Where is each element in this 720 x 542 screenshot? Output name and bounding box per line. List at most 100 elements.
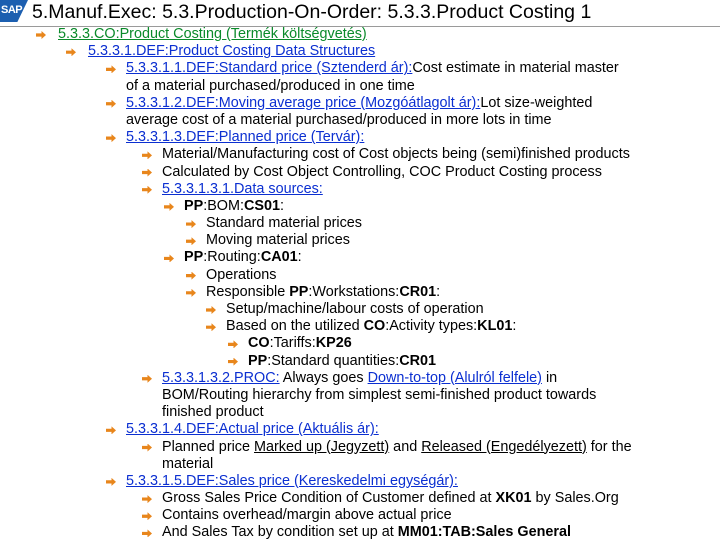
- list-item: Calculated by Cost Object Controlling, C…: [0, 164, 720, 181]
- list-item: PP:BOM:CS01:: [0, 198, 720, 215]
- text-span: Planned price: [162, 438, 255, 455]
- heading-link[interactable]: 5.3.3.CO:Product Costing (Termék költség…: [58, 26, 367, 43]
- page-title: 5.Manuf.Exec: 5.3.Production-On-Order: 5…: [32, 1, 592, 23]
- list-item: Standard material prices: [0, 215, 720, 232]
- bullet-arrow-icon: [142, 512, 152, 521]
- text-span: by Sales.Org: [531, 490, 619, 507]
- text-span: average cost of a material purchased/pro…: [126, 111, 552, 128]
- definition-link[interactable]: 5.3.3.1.4.DEF:Actual price (Aktuális ár)…: [126, 421, 379, 438]
- module-code: CO: [248, 335, 270, 352]
- module-code: PP: [184, 197, 204, 214]
- bullet-arrow-icon: [142, 151, 152, 160]
- list-item: 5.3.3.1.2.DEF:Moving average price (Mozg…: [0, 95, 720, 112]
- list-item: Material/Manufacturing cost of Cost obje…: [0, 146, 720, 163]
- text-span: :: [297, 249, 302, 266]
- underlined-term: Released (Engedélyezett): [421, 438, 587, 455]
- list-item-text: Contains overhead/margin above actual pr…: [162, 507, 452, 524]
- list-item-continuation: of a material purchased/produced in one …: [0, 78, 720, 95]
- text-span: BOM/Routing hierarchy from simplest semi…: [162, 386, 597, 403]
- list-item: Based on the utilized CO:Activity types:…: [0, 318, 720, 335]
- list-item: And Sales Tax by condition set up at MM0…: [0, 524, 720, 541]
- list-item-text: 5.3.3.1.3.2.PROC: Always goes Down-to-to…: [162, 370, 557, 387]
- list-item: Operations: [0, 267, 720, 284]
- bullet-arrow-icon: [142, 185, 152, 194]
- bullet-arrow-icon: [106, 134, 116, 143]
- text-span: :Tariffs:: [269, 335, 316, 352]
- section-link[interactable]: 5.3.3.1.DEF:Product Costing Data Structu…: [88, 43, 375, 60]
- list-item: Gross Sales Price Condition of Customer …: [0, 490, 720, 507]
- bullet-arrow-icon: [106, 65, 116, 74]
- definition-link[interactable]: 5.3.3.1.3.DEF:Planned price (Tervár):: [126, 129, 364, 146]
- text-span: :: [279, 197, 284, 214]
- list-item-text: PP:BOM:CS01:: [184, 198, 284, 215]
- list-item-text: Calculated by Cost Object Controlling, C…: [162, 163, 602, 180]
- list-item: Moving material prices: [0, 232, 720, 249]
- list-item-text: PP:Standard quantities:CR01: [248, 353, 436, 370]
- bullet-arrow-icon: [106, 426, 116, 435]
- list-item-text: Moving material prices: [206, 232, 350, 249]
- bullet-arrow-icon: [142, 443, 152, 452]
- list-item-text: Setup/machine/labour costs of operation: [226, 301, 484, 317]
- bullet-arrow-icon: [66, 48, 76, 57]
- list-item-text: And Sales Tax by condition set up at MM0…: [162, 524, 571, 541]
- list-item-continuation: material: [0, 456, 720, 473]
- list-item-text: Responsible PP:Workstations:CR01:: [206, 284, 440, 301]
- definition-link[interactable]: 5.3.3.1.1.DEF:Standard price (Sztenderd …: [126, 60, 412, 76]
- list-item: PP:Routing:CA01:: [0, 249, 720, 266]
- bullet-arrow-icon: [206, 306, 216, 314]
- bullet-arrow-icon: [106, 99, 116, 108]
- bullet-arrow-icon: [164, 254, 174, 263]
- list-item-text: Planned price Marked up (Jegyzett) and R…: [162, 439, 632, 456]
- definition-link[interactable]: 5.3.3.1.5.DEF:Sales price (Kereskedelmi …: [126, 473, 458, 490]
- section-link[interactable]: 5.3.3.1.3.1.Data sources:: [162, 181, 323, 198]
- sap-logo: SAP: [0, 0, 28, 22]
- underlined-term: Marked up (Jegyzett): [254, 438, 390, 455]
- module-code: CO: [363, 318, 386, 335]
- transaction-code: CS01: [243, 197, 280, 214]
- bullet-arrow-icon: [186, 237, 196, 246]
- list-item: 5.3.3.1.3.DEF:Planned price (Tervár):: [0, 129, 720, 146]
- list-item: CO:Tariffs:KP26: [0, 335, 720, 352]
- direction-link[interactable]: Down-to-top (Alulról felfele): [368, 370, 542, 386]
- text-span: :: [436, 283, 441, 300]
- list-item-text: Standard material prices: [206, 215, 362, 232]
- text-span: And Sales Tax by condition set up at: [162, 524, 398, 541]
- transaction-code: CR01: [399, 283, 437, 300]
- text-span: and: [389, 438, 422, 455]
- list-item: PP:Standard quantities:CR01: [0, 353, 720, 370]
- text-span: Based on the utilized: [226, 318, 364, 335]
- list-item-text: Based on the utilized CO:Activity types:…: [226, 318, 516, 335]
- list-item-text: 5.3.3.1.2.DEF:Moving average price (Mozg…: [126, 95, 592, 112]
- bullet-arrow-icon: [106, 477, 116, 486]
- list-item: 5.3.3.1.3.1.Data sources:: [0, 181, 720, 198]
- text-span: Always goes: [279, 369, 368, 386]
- bullet-arrow-icon: [142, 168, 152, 177]
- list-item-continuation: average cost of a material purchased/pro…: [0, 112, 720, 129]
- list-item-text: 5.3.3.1.1.DEF:Standard price (Sztenderd …: [126, 60, 619, 77]
- sap-logo-text: SAP: [1, 4, 23, 16]
- bullet-arrow-icon: [142, 529, 152, 538]
- bullet-arrow-icon: [186, 220, 196, 229]
- transaction-code: CR01: [399, 352, 437, 369]
- transaction-code: MM01:TAB:Sales General: [397, 524, 572, 541]
- text-span: Lot size-weighted: [480, 94, 593, 111]
- text-span: material: [162, 455, 214, 472]
- list-item: 5.3.3.1.1.DEF:Standard price (Sztenderd …: [0, 60, 720, 77]
- bullet-arrow-icon: [164, 202, 174, 211]
- bullet-arrow-icon: [142, 495, 152, 504]
- list-item-text: Gross Sales Price Condition of Customer …: [162, 490, 619, 507]
- list-item: 5.3.3.1.5.DEF:Sales price (Kereskedelmi …: [0, 473, 720, 490]
- transaction-code: KP26: [315, 335, 352, 352]
- bullet-arrow-icon: [36, 31, 46, 39]
- transaction-code: CA01: [260, 249, 298, 266]
- bullet-arrow-icon: [228, 357, 238, 366]
- process-link[interactable]: 5.3.3.1.3.2.PROC:: [162, 370, 280, 386]
- list-item: 5.3.3.CO:Product Costing (Termék költség…: [0, 26, 720, 43]
- list-item-text: Operations: [206, 266, 277, 283]
- definition-link[interactable]: 5.3.3.1.2.DEF:Moving average price (Mozg…: [126, 95, 480, 111]
- text-span: in: [541, 369, 558, 386]
- list-item: 5.3.3.1.DEF:Product Costing Data Structu…: [0, 43, 720, 60]
- transaction-code: XK01: [495, 490, 532, 507]
- bullet-arrow-icon: [142, 374, 152, 383]
- text-span: :: [512, 318, 517, 335]
